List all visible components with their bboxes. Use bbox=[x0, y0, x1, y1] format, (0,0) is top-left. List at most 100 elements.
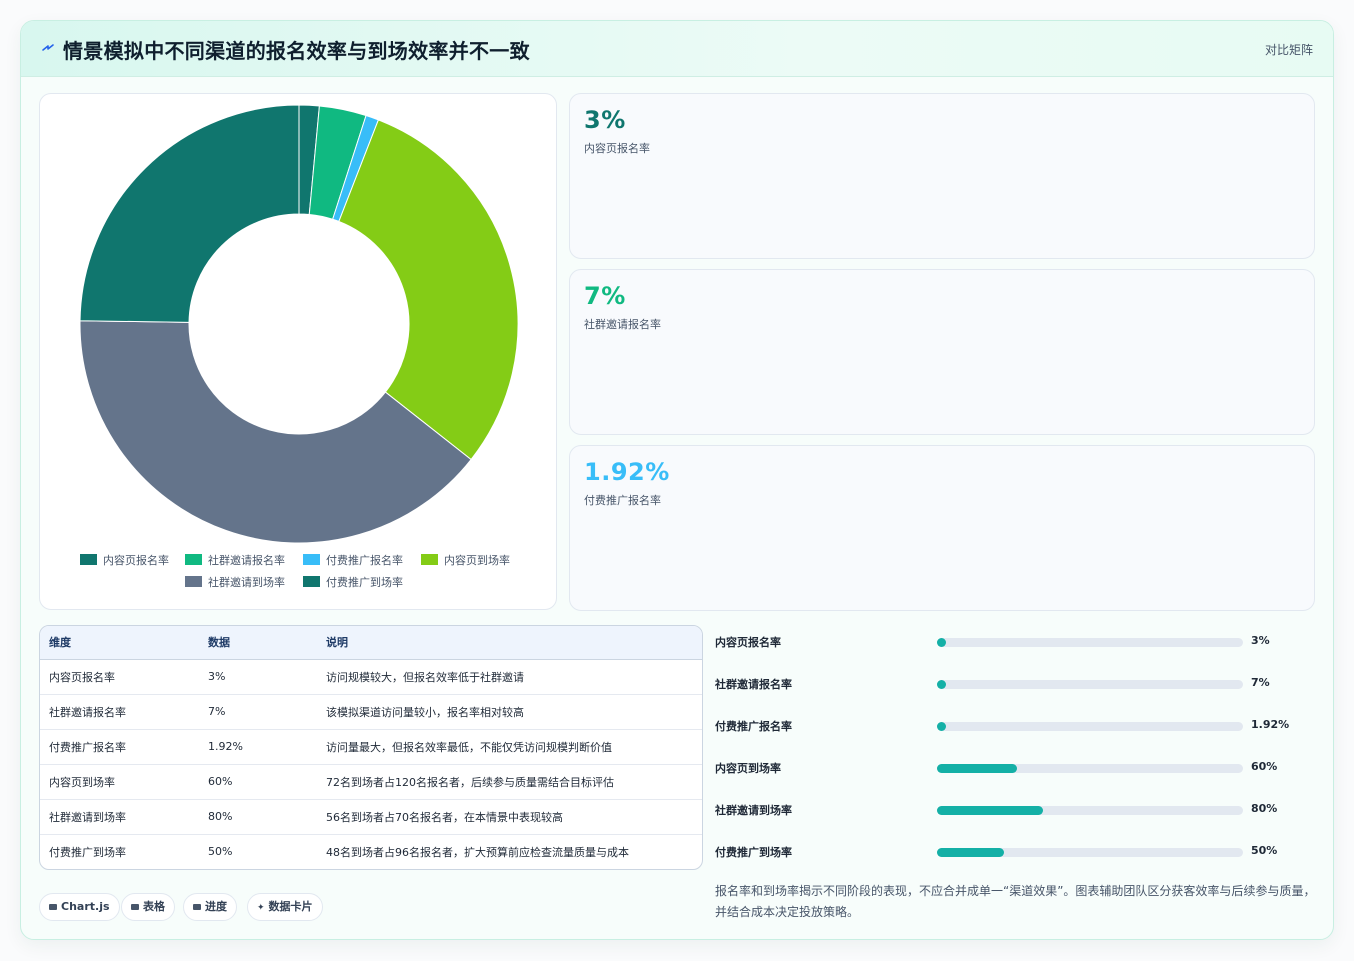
card-header: 情景模拟中不同渠道的报名效率与到场效率并不一致 对比矩阵 bbox=[21, 21, 1333, 77]
progress-value: 50% bbox=[1251, 844, 1278, 857]
kpi-value: 3% bbox=[584, 106, 626, 134]
progress-fill bbox=[937, 680, 947, 689]
progress-label: 付费推广到场率 bbox=[715, 846, 792, 859]
table-row: 付费推广报名率 1.92% 访问量最大，但报名效率最低，不能仅凭访问规模判断价值 bbox=[40, 729, 702, 765]
table-cell: 访问规模较大，但报名效率低于社群邀请 bbox=[317, 659, 702, 695]
chip-chartjs[interactable]: Chart.js bbox=[39, 893, 120, 921]
progress-track bbox=[937, 638, 1243, 647]
legend-item[interactable]: 社群邀请报名率 bbox=[185, 553, 285, 567]
doughnut-chart-panel: 内容页报名率 社群邀请报名率 付费推广报名率 内容页到场率社群邀请到场率 付费推广到场率 bbox=[39, 93, 557, 610]
table-cell: 访问量最大，但报名效率最低，不能仅凭访问规模判断价值 bbox=[317, 729, 702, 765]
table-row: 社群邀请到场率 80% 56名到场者占70名报名者，在本情景中表现较高 bbox=[40, 799, 702, 835]
column-header: 维度 bbox=[40, 626, 199, 660]
chip-label: 数据卡片 bbox=[268, 900, 313, 913]
progress-track bbox=[937, 764, 1243, 773]
table-row: 内容页报名率 3% 访问规模较大，但报名效率低于社群邀请 bbox=[40, 659, 702, 695]
progress-fill bbox=[937, 806, 1044, 815]
table-cell: 3% bbox=[199, 659, 317, 695]
summary-note: 报名率和到场率揭示不同阶段的表现，不应合并成单一“渠道效果”。图表辅助团队区分获… bbox=[715, 884, 1316, 919]
kpi-value: 7% bbox=[584, 282, 626, 310]
legend-label: 内容页到场率 bbox=[444, 553, 510, 567]
table-cell: 72名到场者占120名报名者，后续参与质量需结合目标评估 bbox=[317, 764, 702, 800]
chip-progress[interactable]: 进度 bbox=[183, 893, 237, 921]
legend-swatch bbox=[303, 576, 320, 587]
legend-swatch bbox=[303, 554, 320, 565]
progress-row: 付费推广报名率 1.92% bbox=[715, 716, 1315, 736]
legend-item[interactable]: 社群邀请到场率 bbox=[185, 575, 285, 589]
chip-table[interactable]: 表格 bbox=[121, 893, 175, 921]
progress-track bbox=[937, 806, 1243, 815]
legend-item[interactable]: 付费推广报名率 bbox=[303, 553, 403, 567]
data-table: 维度 数据 说明 内容页报名率 3% 访问规模较大，但报名效率低于社群邀请 社群… bbox=[39, 625, 703, 870]
progress-row: 付费推广到场率 50% bbox=[715, 842, 1315, 862]
legend-label: 社群邀请到场率 bbox=[208, 575, 285, 589]
legend-swatch bbox=[185, 576, 202, 587]
kpi-label: 社群邀请报名率 bbox=[584, 318, 661, 331]
kpi-label: 内容页报名率 bbox=[584, 142, 650, 155]
chip-label: Chart.js bbox=[61, 900, 110, 913]
table-cell: 付费推广报名率 bbox=[40, 729, 199, 765]
progress-track bbox=[937, 680, 1243, 689]
table-cell: 50% bbox=[208, 845, 233, 859]
progress-row: 社群邀请到场率 80% bbox=[715, 800, 1315, 820]
kpi-card: 1.92% 付费推广报名率 bbox=[569, 445, 1315, 611]
lightning-icon bbox=[42, 44, 54, 51]
kpi-card: 7% 社群邀请报名率 bbox=[569, 269, 1315, 435]
progress-value: 1.92% bbox=[1251, 718, 1290, 731]
legend-swatch bbox=[185, 554, 202, 565]
chip-label: 表格 bbox=[143, 900, 165, 913]
progress-row: 内容页到场率 60% bbox=[715, 758, 1315, 778]
progress-label: 社群邀请到场率 bbox=[715, 804, 792, 817]
kpi-card: 3% 内容页报名率 bbox=[569, 93, 1315, 259]
table-cell: 内容页到场率 bbox=[40, 764, 199, 800]
doughnut-slice[interactable] bbox=[79, 104, 300, 323]
progress-list: 内容页报名率 3% 社群邀请报名率 7% 付费推广报名率 1.92% 内容页到场率 60% 社群… bbox=[715, 625, 1315, 875]
legend-swatch bbox=[421, 554, 438, 565]
progress-label: 内容页报名率 bbox=[715, 636, 781, 649]
table-cell: 60% bbox=[199, 764, 317, 800]
table-cell: 48名到场者占96名报名者，扩大预算前应检查流量质量与成本 bbox=[326, 845, 629, 859]
column-header: 数据 bbox=[199, 626, 317, 660]
legend-label: 内容页报名率 bbox=[103, 553, 169, 567]
progress-value: 7% bbox=[1251, 676, 1270, 689]
table-cell: 80% bbox=[199, 799, 317, 835]
progress-fill bbox=[937, 722, 946, 731]
progress-track bbox=[937, 722, 1243, 731]
progress-row: 社群邀请报名率 7% bbox=[715, 674, 1315, 694]
table-cell: 社群邀请到场率 bbox=[40, 799, 199, 835]
legend-label: 付费推广报名率 bbox=[326, 553, 403, 567]
legend-item[interactable]: 付费推广到场率 bbox=[303, 575, 403, 589]
progress-fill bbox=[937, 764, 1017, 773]
doughnut-slice[interactable] bbox=[338, 119, 519, 461]
table-cell: 内容页报名率 bbox=[40, 659, 199, 695]
table-header-row: 维度 数据 说明 bbox=[40, 626, 702, 660]
progress-value: 60% bbox=[1251, 760, 1278, 773]
progress-fill bbox=[937, 848, 1004, 857]
progress-label: 付费推广报名率 bbox=[715, 720, 792, 733]
chip-data-card[interactable]: ✦ 数据卡片 bbox=[247, 893, 323, 921]
progress-value: 80% bbox=[1251, 802, 1278, 815]
table-row: 付费推广到场率 50% 48名到场者占96名报名者，扩大预算前应检查流量质量与成… bbox=[40, 834, 702, 869]
progress-row: 内容页报名率 3% bbox=[715, 632, 1315, 652]
kpi-label: 付费推广报名率 bbox=[584, 494, 661, 507]
progress-label: 内容页到场率 bbox=[715, 762, 781, 775]
progress-icon bbox=[193, 904, 201, 910]
table-cell: 56名到场者占70名报名者，在本情景中表现较高 bbox=[317, 799, 702, 835]
table-cell: 付费推广到场率 bbox=[49, 845, 126, 859]
sparkle-icon: ✦ bbox=[257, 903, 265, 913]
legend-item[interactable]: 内容页到场率 bbox=[421, 553, 510, 567]
progress-fill bbox=[937, 638, 946, 647]
progress-value: 3% bbox=[1251, 634, 1270, 647]
table-icon bbox=[131, 904, 139, 910]
chart-icon bbox=[49, 904, 57, 910]
view-tag: 对比矩阵 bbox=[1264, 43, 1313, 57]
progress-track bbox=[937, 848, 1243, 857]
page-title: 情景模拟中不同渠道的报名效率与到场效率并不一致 bbox=[63, 39, 530, 63]
column-header: 说明 bbox=[317, 626, 702, 660]
legend-item[interactable]: 内容页报名率 bbox=[80, 553, 169, 567]
table-cell: 该模拟渠道访问量较小，报名率相对较高 bbox=[317, 694, 702, 730]
table-row: 内容页到场率 60% 72名到场者占120名报名者，后续参与质量需结合目标评估 bbox=[40, 764, 702, 800]
table-cell: 7% bbox=[199, 694, 317, 730]
legend-label: 社群邀请报名率 bbox=[208, 553, 285, 567]
chip-label: 进度 bbox=[205, 900, 227, 913]
